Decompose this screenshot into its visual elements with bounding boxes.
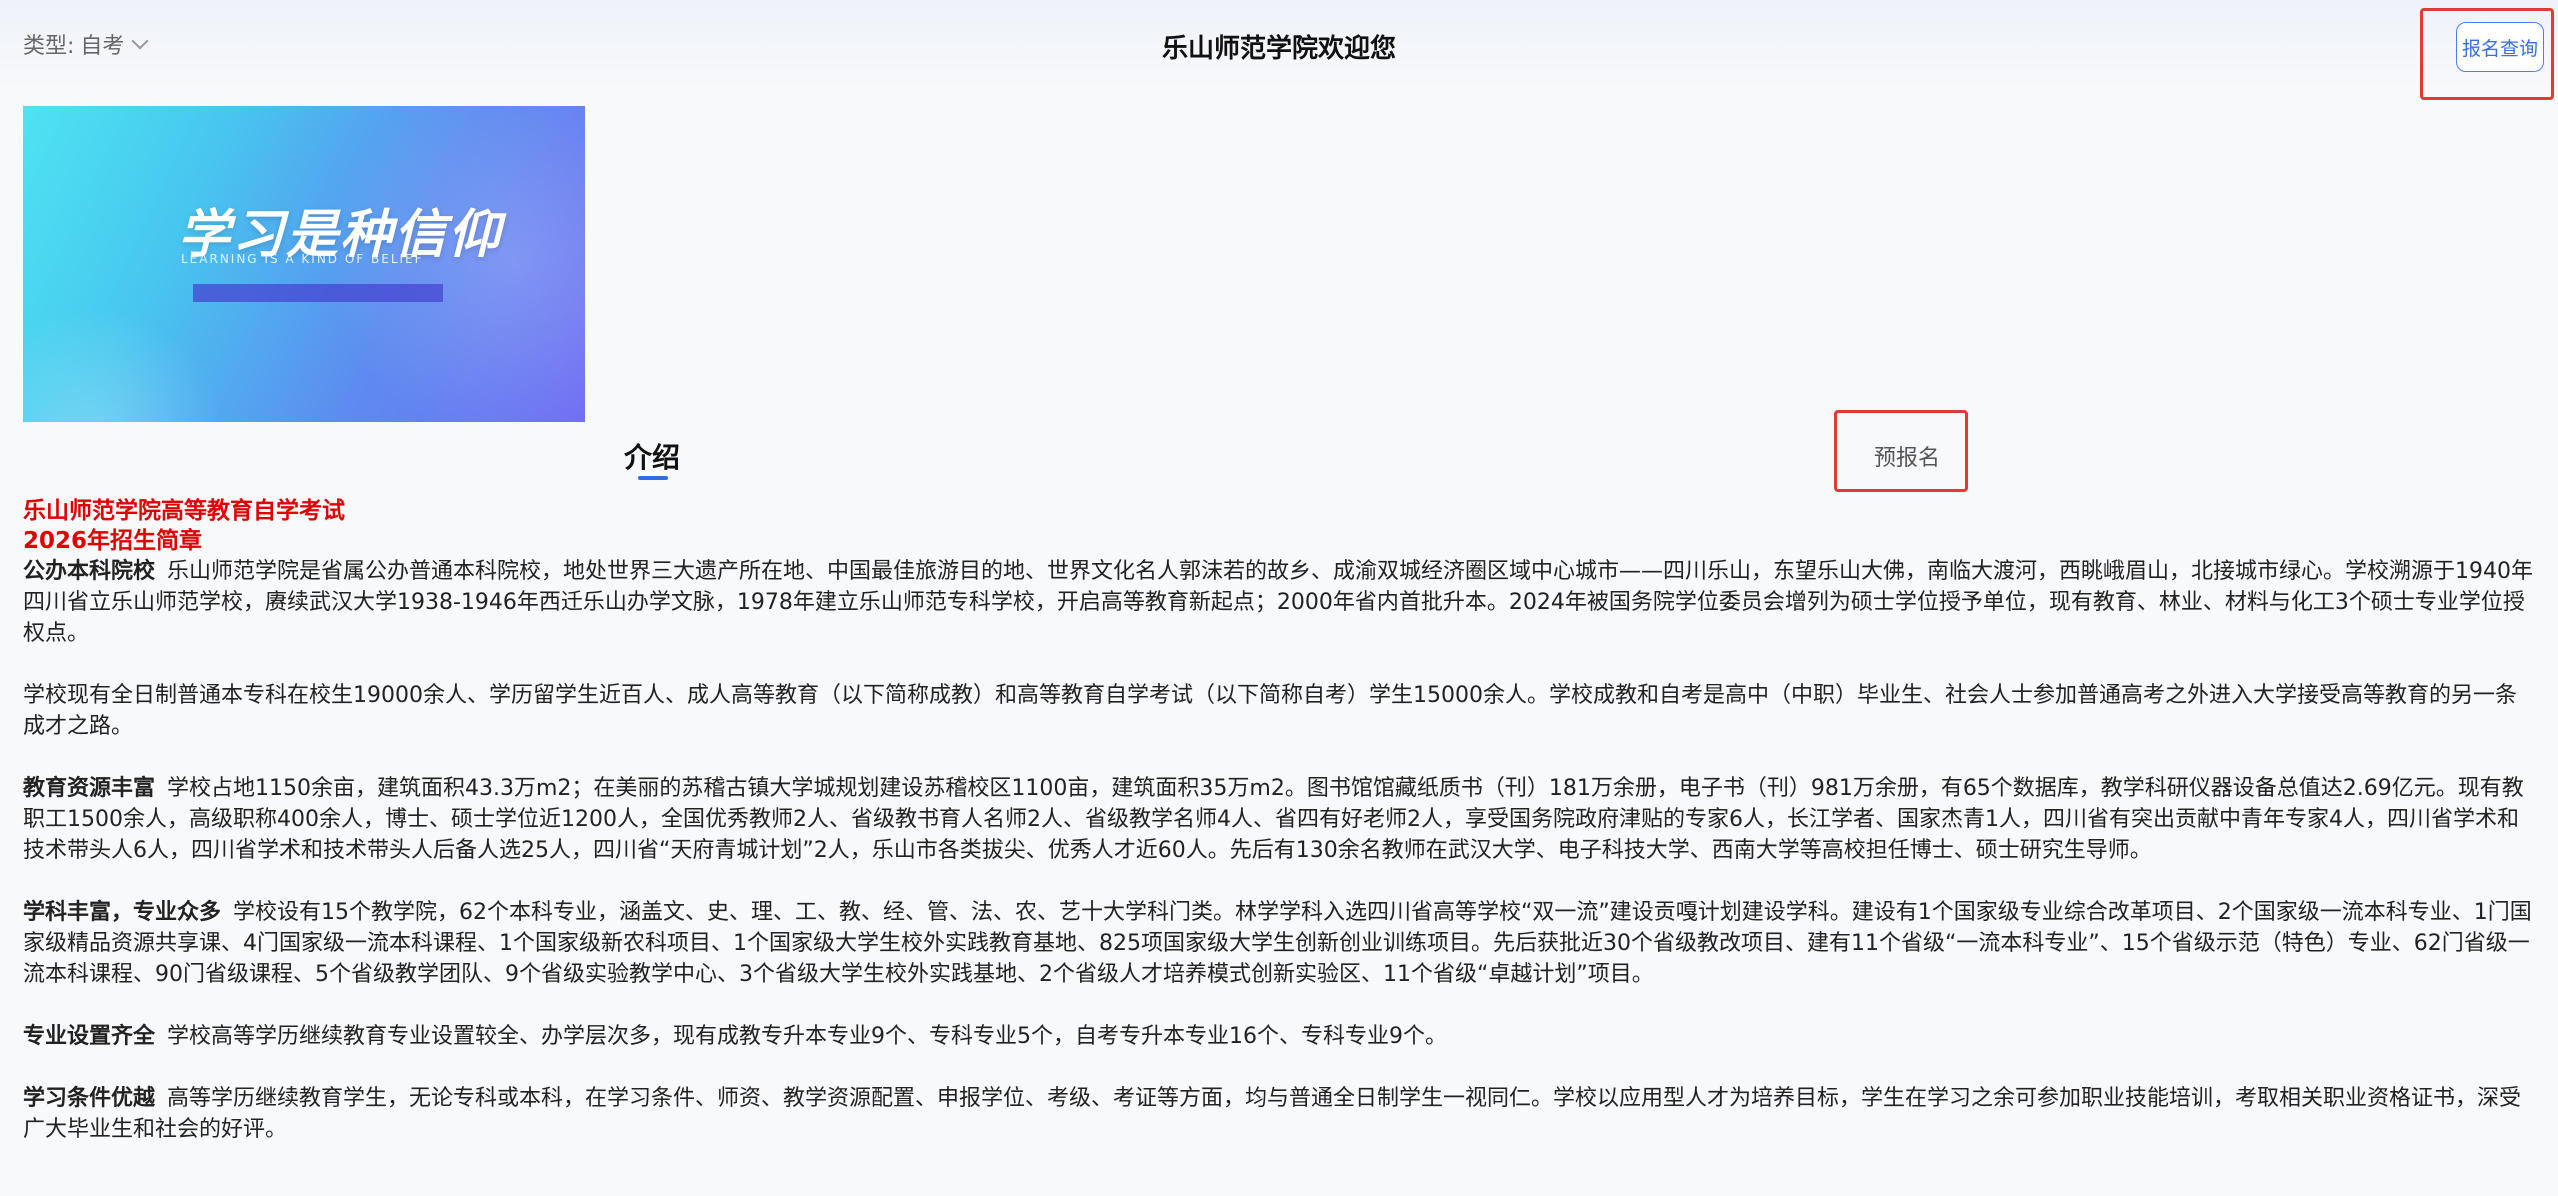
paragraph-text: 学校占地1150余亩，建筑面积43.3万m2；在美丽的苏稽古镇大学城规划建设苏稽… (23, 776, 2524, 863)
paragraph: 教育资源丰富 学校占地1150余亩，建筑面积43.3万m2；在美丽的苏稽古镇大学城… (23, 773, 2533, 866)
content-title-line1: 乐山师范学院高等教育自学考试 (23, 498, 345, 524)
paragraph-heading: 专业设置齐全 (23, 1024, 156, 1049)
paragraph-text: 学校设有15个教学院，62个本科专业，涵盖文、史、理、工、教、经、管、法、农、艺… (23, 900, 2532, 987)
paragraph-heading: 学习条件优越 (23, 1086, 156, 1111)
content-title-line2: 2026年招生简章 (23, 528, 203, 554)
paragraph-text: 乐山师范学院是省属公办普通本科院校，地处世界三大遗产所在地、中国最佳旅游目的地、… (23, 559, 2534, 646)
banner-caption-bar (193, 284, 443, 302)
banner-image: 学习是种信仰 LEARNING IS A KIND OF BELIEF (23, 106, 585, 422)
paragraph-text: 高等学历继续教育学生，无论专科或本科，在学习条件、师资、教学资源配置、申报学位、… (23, 1086, 2522, 1142)
paragraph: 学习条件优越 高等学历继续教育学生，无论专科或本科，在学习条件、师资、教学资源配置… (23, 1083, 2533, 1145)
paragraph: 学校现有全日制普通本专科在校生19000余人、学历留学生近百人、成人高等教育（以… (23, 680, 2533, 742)
intro-content: 乐山师范学院高等教育自学考试 2026年招生简章 公办本科院校 乐山师范学院是省属… (23, 496, 2533, 1176)
paragraph: 公办本科院校 乐山师范学院是省属公办普通本科院校，地处世界三大遗产所在地、中国最佳… (23, 556, 2533, 649)
page: 类型: 自考 乐山师范学院欢迎您 报名查询 学习是种信仰 LEARNING IS… (0, 0, 2558, 1196)
paragraph-heading: 公办本科院校 (23, 559, 156, 584)
paragraph-heading: 教育资源丰富 (23, 776, 156, 801)
paragraph-heading: 学科丰富，专业众多 (23, 900, 222, 925)
tab-intro-label: 介绍 (624, 441, 681, 474)
paragraph: 专业设置齐全 学校高等学历继续教育专业设置较全、办学层次多，现有成教专升本专业9个… (23, 1021, 2533, 1052)
page-title: 乐山师范学院欢迎您 (1161, 34, 1396, 64)
paragraph: 学科丰富，专业众多 学校设有15个教学院，62个本科专业，涵盖文、史、理、工、教、… (23, 897, 2533, 990)
active-tab-indicator (638, 476, 668, 480)
tab-intro[interactable]: 介绍 (624, 436, 681, 480)
banner-slogan-en: LEARNING IS A KIND OF BELIEF (181, 252, 424, 266)
tab-pre-register[interactable]: 预报名 (1874, 440, 1940, 472)
paragraph-text: 学校高等学历继续教育专业设置较全、办学层次多，现有成教专升本专业9个、专科专业5… (167, 1024, 1448, 1049)
registration-query-button[interactable]: 报名查询 (2456, 22, 2544, 72)
paragraph-text: 学校现有全日制普通本专科在校生19000余人、学历留学生近百人、成人高等教育（以… (23, 683, 2517, 739)
banner-decoration (23, 306, 223, 422)
